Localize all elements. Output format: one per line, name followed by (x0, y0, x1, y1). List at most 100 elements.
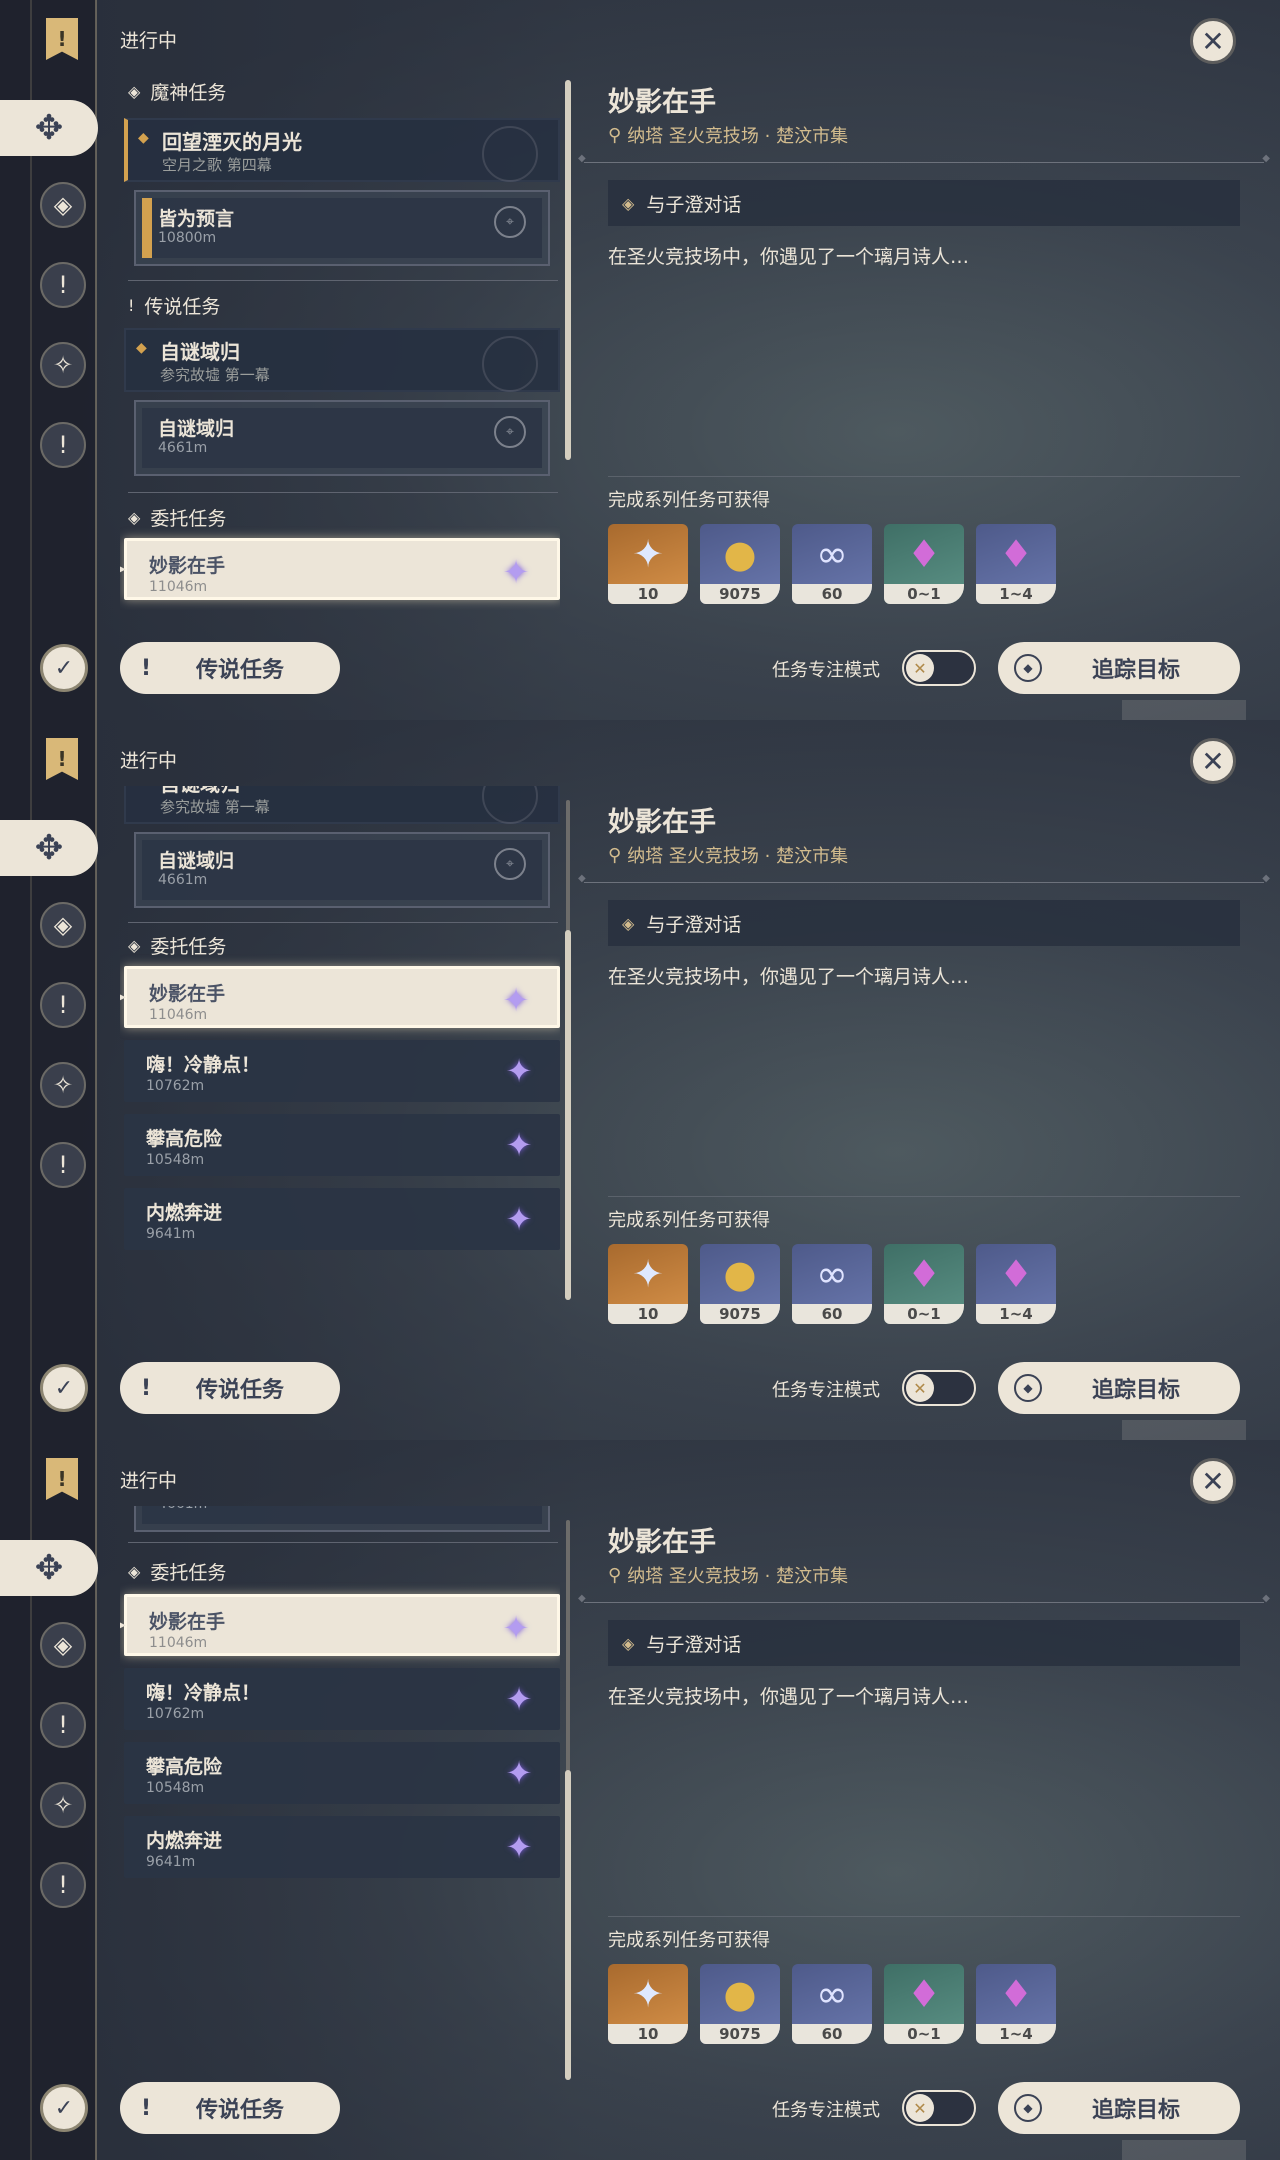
commission-item-selected[interactable]: ▶ 妙影在手 11046m ✦ (120, 1594, 560, 1656)
close-button[interactable]: ✕ (1190, 1458, 1236, 1504)
reward-item[interactable]: ♦ 0~1 (884, 1964, 964, 2044)
rail-commission-quest-icon[interactable]: ! (40, 422, 86, 468)
category-label: 委托任务 (150, 1562, 227, 1584)
rail-legend-quest-icon[interactable]: ! (40, 982, 86, 1028)
rail-commission-quest-icon[interactable]: ! (40, 1862, 86, 1908)
map-pin-icon[interactable]: ⌖ (494, 206, 526, 238)
reward-item[interactable]: ● 9075 (700, 1244, 780, 1324)
rail-legend-quest-icon[interactable]: ! (40, 262, 86, 308)
rail-divider (95, 0, 97, 720)
reward-count: 0~1 (884, 2024, 964, 2044)
rail-world-quest-icon[interactable]: ✧ (40, 342, 86, 388)
commission-item[interactable]: 攀高危险 10548m ✦ (124, 1114, 560, 1176)
legend-icon: ! (140, 2095, 152, 2121)
reward-item[interactable]: ● 9075 (700, 524, 780, 604)
scrollbar-thumb[interactable] (565, 930, 571, 1300)
rail-all-quests-icon[interactable]: ✥ (0, 820, 98, 876)
mora-icon: ● (723, 1972, 757, 2016)
quest-list: ◆ 自谜域归 参究故墟 第一幕 自谜域归 4661m ⌖ ◈ 委托任务 ▶ 妙影在… (120, 786, 560, 1376)
rail-commission-quest-icon[interactable]: ! (40, 1142, 86, 1188)
track-target-button[interactable]: ◆ 追踪目标 (998, 642, 1240, 694)
focus-mode-toggle[interactable]: ✕ (902, 1370, 976, 1406)
reward-item[interactable]: ∞ 60 (792, 1244, 872, 1324)
commission-item-selected[interactable]: ▶ 妙影在手 11046m ✦ (120, 966, 560, 1028)
close-button[interactable]: ✕ (1190, 18, 1236, 64)
reward-item[interactable]: ∞ 60 (792, 1964, 872, 2044)
commission-gem-icon: ✦ (505, 1126, 533, 1164)
focus-mode-toggle[interactable]: ✕ (902, 650, 976, 686)
reward-item[interactable]: ✦ 10 (608, 1964, 688, 2044)
legend-quest-button[interactable]: ! 传说任务 (120, 1362, 340, 1414)
quest-title: 回望湮灭的月光 (162, 130, 302, 154)
commission-item[interactable]: 攀高危险 10548m ✦ (124, 1742, 560, 1804)
legend-quest-header[interactable]: ◆ 自谜域归 参究故墟 第一幕 (124, 328, 560, 392)
reward-label: 完成系列任务可获得 (608, 490, 770, 511)
reward-item[interactable]: ♦ 0~1 (884, 524, 964, 604)
close-button[interactable]: ✕ (1190, 738, 1236, 784)
legend-quest-step[interactable]: 自谜域归 4661m ⌖ (134, 1506, 550, 1532)
rail-archon-quest-icon[interactable]: ◈ (40, 902, 86, 948)
legend-button-label: 传说任务 (196, 1378, 285, 1403)
reward-item[interactable]: ✦ 10 (608, 524, 688, 604)
track-target-button[interactable]: ◆ 追踪目标 (998, 2082, 1240, 2134)
reward-item[interactable]: ♦ 0~1 (884, 1244, 964, 1324)
commission-title: 妙影在手 (149, 1611, 226, 1633)
commission-title: 妙影在手 (149, 555, 226, 577)
rail-legend-quest-icon[interactable]: ! (40, 1702, 86, 1748)
commission-item[interactable]: 嗨！冷静点！ 10762m ✦ (124, 1668, 560, 1730)
scrollbar-thumb[interactable] (565, 1770, 571, 2080)
category-commission: ◈ 委托任务 (128, 932, 226, 959)
rail-world-quest-icon[interactable]: ✧ (40, 1782, 86, 1828)
rail-quest-log-icon[interactable]: ✓ (40, 2084, 88, 2132)
reward-item[interactable]: ● 9075 (700, 1964, 780, 2044)
commission-item[interactable]: 嗨！冷静点！ 10762m ✦ (124, 1040, 560, 1102)
rail-all-quests-icon[interactable]: ✥ (0, 100, 98, 156)
reward-item[interactable]: ✦ 10 (608, 1244, 688, 1324)
commission-distance: 10548m (146, 1152, 205, 1168)
legend-icon: ! (140, 1375, 152, 1401)
commission-title: 内燃奔进 (146, 1202, 223, 1224)
crystal-cluster-icon: ♦ (998, 1972, 1034, 2016)
rail-archon-quest-icon[interactable]: ◈ (40, 1622, 86, 1668)
commission-item[interactable]: 内燃奔进 9641m ✦ (124, 1816, 560, 1878)
detail-location: ⚲ 纳塔 圣火竞技场 · 楚汶市集 (608, 842, 848, 868)
reward-item[interactable]: ♦ 1~4 (976, 524, 1056, 604)
track-button-label: 追踪目标 (1092, 1378, 1181, 1403)
track-button-label: 追踪目标 (1092, 658, 1181, 683)
legend-quest-step[interactable]: 自谜域归 4661m ⌖ (134, 400, 550, 476)
objective-bar: ◈ 与子澄对话 (608, 900, 1240, 946)
location-text: 纳塔 圣火竞技场 · 楚汶市集 (627, 846, 849, 867)
commission-item-selected[interactable]: ▶ 妙影在手 11046m ✦ (120, 538, 560, 600)
legend-emblem-icon (482, 336, 538, 392)
archon-quest-header[interactable]: ◆ 回望湮灭的月光 空月之歌 第四幕 (124, 118, 560, 182)
detail-location: ⚲ 纳塔 圣火竞技场 · 楚汶市集 (608, 1562, 848, 1588)
selected-arrow-icon: ▶ (120, 561, 126, 577)
focus-mode-toggle[interactable]: ✕ (902, 2090, 976, 2126)
reward-count: 1~4 (976, 584, 1056, 604)
commission-gem-icon: ✦ (502, 981, 530, 1019)
map-pin-icon[interactable]: ⌖ (494, 416, 526, 448)
rail-quest-log-icon[interactable]: ✓ (40, 1364, 88, 1412)
rail-all-quests-icon[interactable]: ✥ (0, 1540, 98, 1596)
legend-quest-button[interactable]: ! 传说任务 (120, 642, 340, 694)
scrollbar-thumb[interactable] (565, 80, 571, 460)
track-target-button[interactable]: ◆ 追踪目标 (998, 1362, 1240, 1414)
legend-quest-button[interactable]: ! 传说任务 (120, 2082, 340, 2134)
rail-archon-quest-icon[interactable]: ◈ (40, 182, 86, 228)
reward-label: 完成系列任务可获得 (608, 1210, 770, 1231)
commission-item[interactable]: 内燃奔进 9641m ✦ (124, 1188, 560, 1250)
legend-quest-header[interactable]: ◆ 自谜域归 参究故墟 第一幕 (124, 786, 560, 824)
reward-item[interactable]: ♦ 1~4 (976, 1244, 1056, 1324)
objective-text: 与子澄对话 (646, 1633, 742, 1656)
map-pin-icon[interactable]: ⌖ (494, 848, 526, 880)
category-label: 委托任务 (150, 936, 227, 958)
quest-description: 在圣火竞技场中，你遇见了一个璃月诗人… (608, 1686, 970, 1708)
legend-quest-step[interactable]: 自谜域归 4661m ⌖ (134, 832, 550, 908)
reward-item[interactable]: ∞ 60 (792, 524, 872, 604)
rail-world-quest-icon[interactable]: ✧ (40, 1062, 86, 1108)
detail-separator (578, 153, 1270, 164)
rail-quest-log-icon[interactable]: ✓ (40, 644, 88, 692)
detail-title: 妙影在手 (608, 87, 716, 118)
reward-item[interactable]: ♦ 1~4 (976, 1964, 1056, 2044)
archon-quest-step[interactable]: 皆为预言 10800m ⌖ (134, 190, 550, 266)
